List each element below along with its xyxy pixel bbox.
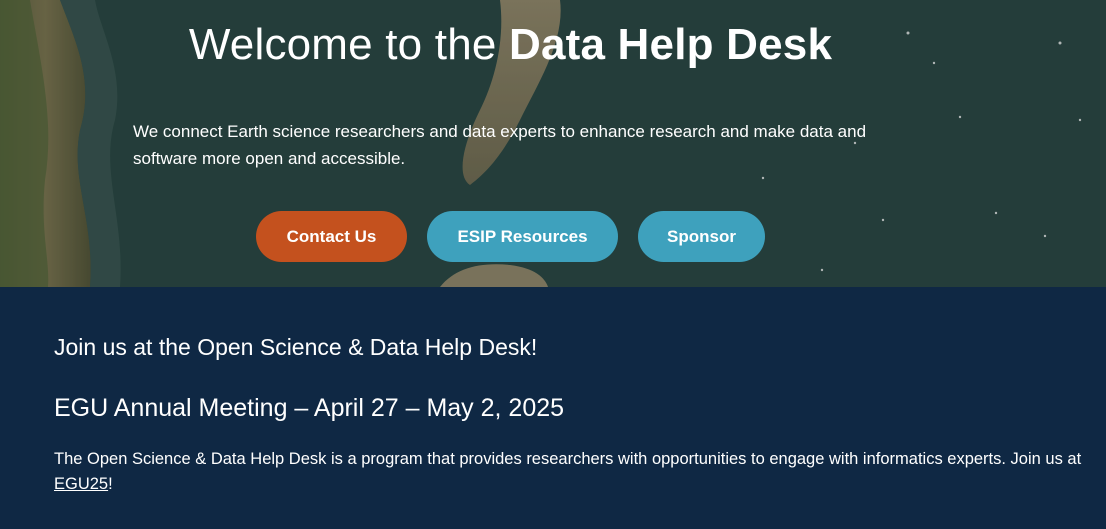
hero-title-strong: Data Help Desk (508, 20, 833, 69)
esip-resources-button[interactable]: ESIP Resources (427, 211, 618, 262)
event-heading: EGU Annual Meeting – April 27 – May 2, 2… (54, 394, 565, 422)
hero-title: Welcome to the Data Help Desk (0, 20, 1021, 70)
event-paragraph-end: ! (108, 475, 113, 493)
sponsor-button[interactable]: Sponsor (638, 211, 765, 262)
join-heading: Join us at the Open Science & Data Help … (54, 334, 538, 360)
hero-title-prefix: Welcome to the (188, 20, 509, 69)
egu25-link[interactable]: EGU25 (54, 475, 108, 493)
contact-us-button[interactable]: Contact Us (256, 211, 407, 262)
event-paragraph-text: The Open Science & Data Help Desk is a p… (54, 450, 1082, 468)
hero-description: We connect Earth science researchers and… (133, 122, 867, 168)
event-info-section: Join us at the Open Science & Data Help … (0, 287, 1106, 529)
event-paragraph: The Open Science & Data Help Desk is a p… (54, 447, 1094, 497)
hero-section: Welcome to the Data Help Desk We connect… (0, 0, 1106, 287)
